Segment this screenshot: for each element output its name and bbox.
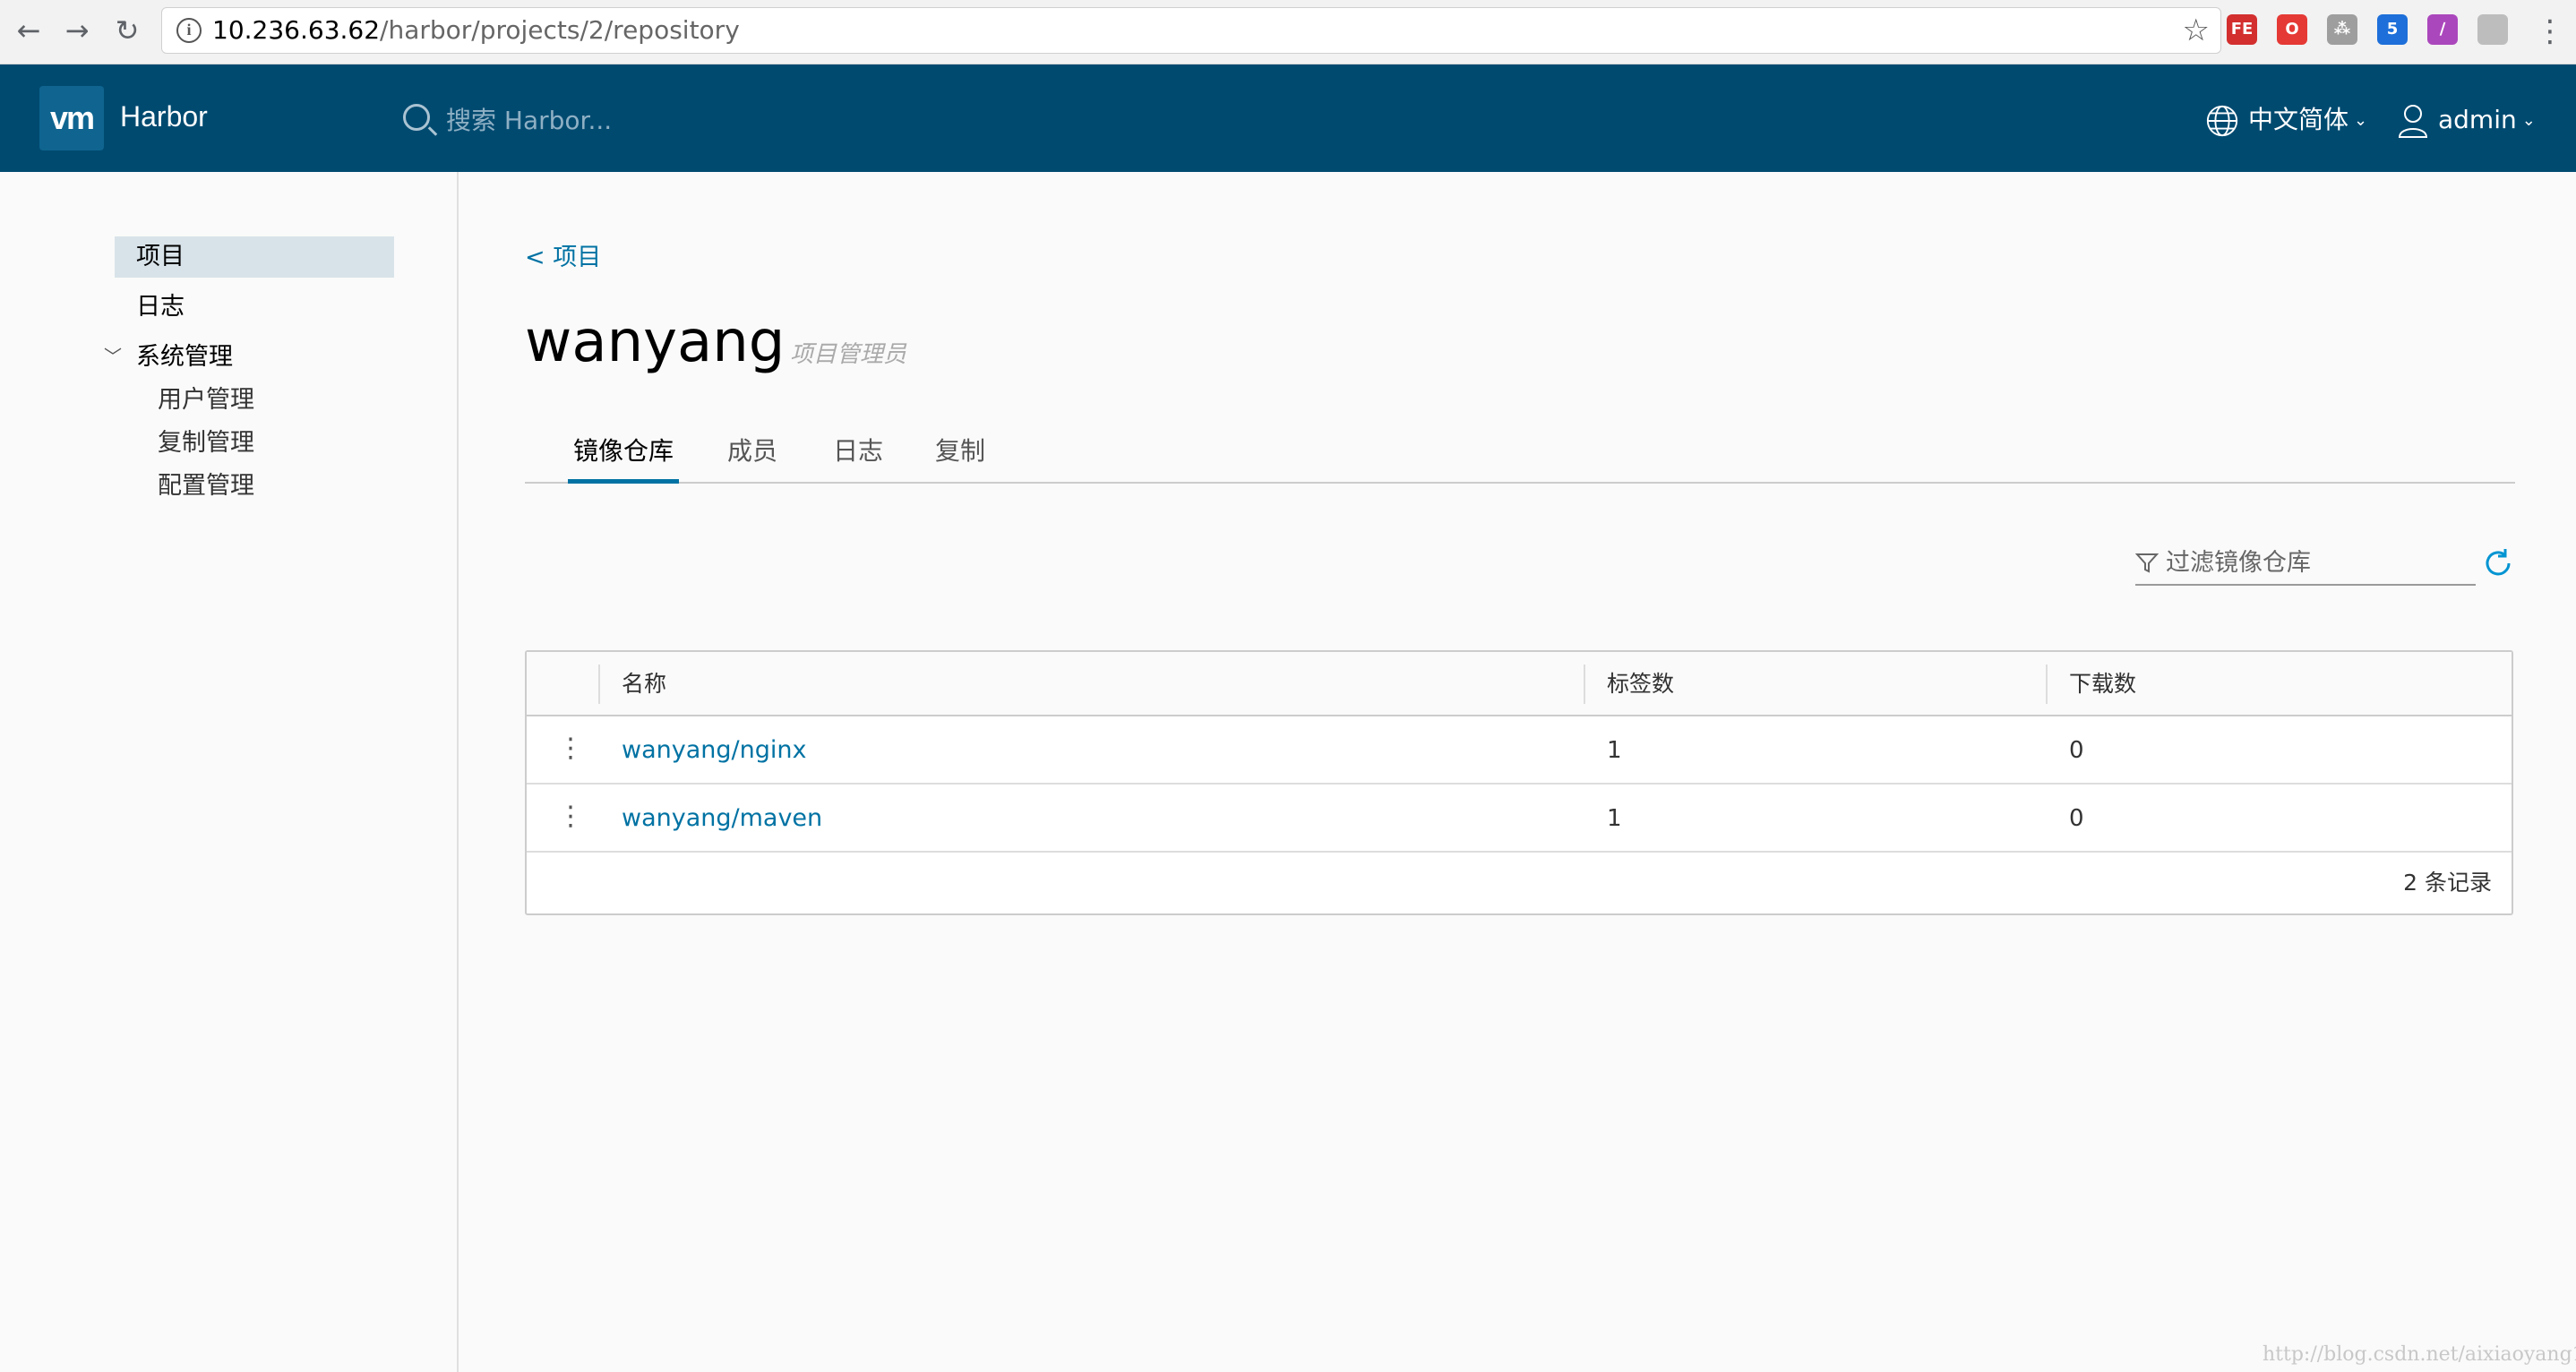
address-bar[interactable]: i 10.236.63.62/harbor/projects/2/reposit…: [161, 7, 2221, 54]
sidebar-group-admin[interactable]: 系统管理: [115, 337, 394, 378]
language-selector[interactable]: 中文简体 ⌄: [2205, 99, 2367, 141]
browser-menu-icon[interactable]: ⋮: [2535, 9, 2565, 54]
panel-extension-icon[interactable]: [2477, 14, 2508, 45]
datagrid-footer: 2 条记录: [527, 853, 2512, 913]
user-menu[interactable]: admin ⌄: [2397, 99, 2536, 141]
column-divider[interactable]: [1584, 665, 1585, 704]
column-header-name[interactable]: 名称: [622, 652, 666, 716]
back-to-projects-link[interactable]: < 项目: [525, 240, 601, 276]
chevron-down-icon: ⌄: [2521, 111, 2536, 130]
pen-extension-icon[interactable]: ∕: [2427, 14, 2458, 45]
sidebar-nav: 项目 日志 ﹀ 系统管理 用户管理 复制管理 配置管理: [0, 172, 459, 1372]
tab-repositories[interactable]: 镜像仓库: [568, 430, 680, 484]
sidebar-item-logs[interactable]: 日志: [115, 287, 394, 328]
browser-toolbar: ← → ↻ i 10.236.63.62/harbor/projects/2/r…: [0, 0, 2576, 64]
repository-name-link[interactable]: wanyang/maven: [622, 785, 822, 853]
site-info-icon[interactable]: i: [176, 18, 202, 43]
row-actions-icon[interactable]: ⋮: [557, 731, 584, 770]
tag-count: 1: [1607, 737, 1622, 764]
column-divider[interactable]: [2046, 665, 2048, 704]
project-tabs: 镜像仓库 成员 日志 复制: [525, 430, 2515, 484]
sidebar-item-replication[interactable]: 复制管理: [158, 423, 254, 464]
globe-icon: [2206, 105, 2238, 137]
column-divider: [598, 665, 600, 704]
project-title: wanyang: [525, 309, 786, 375]
column-header-pulls[interactable]: 下载数: [2069, 652, 2136, 716]
url-text[interactable]: 10.236.63.62/harbor/projects/2/repositor…: [212, 15, 740, 46]
tab-logs[interactable]: 日志: [833, 430, 883, 484]
filter-icon: [2135, 553, 2159, 573]
tree-extension-icon[interactable]: ⁂: [2327, 14, 2357, 45]
pull-count: 0: [2069, 737, 2084, 764]
tab-members[interactable]: 成员: [727, 430, 777, 484]
global-search: [403, 97, 761, 141]
app-header: vm Harbor 中文简体⌄ admin⌄: [0, 64, 2576, 172]
reload-icon[interactable]: ↻: [109, 13, 145, 48]
column-header-tags[interactable]: 标签数: [1607, 652, 1674, 716]
forward-arrow-icon[interactable]: →: [59, 13, 95, 48]
search-icon: [403, 104, 430, 131]
table-row: ⋮ wanyang/maven 1 0: [527, 785, 2512, 853]
table-row: ⋮ wanyang/nginx 1 0: [527, 716, 2512, 785]
sidebar-item-configuration[interactable]: 配置管理: [158, 466, 254, 507]
filter-input[interactable]: [2166, 545, 2470, 580]
opera-extension-icon[interactable]: O: [2277, 14, 2307, 45]
project-role: 项目管理员: [790, 341, 907, 368]
language-label: 中文简体: [2248, 105, 2349, 134]
refresh-icon[interactable]: [2481, 546, 2515, 580]
sidebar-item-projects[interactable]: 项目: [115, 236, 394, 278]
record-count: 2 条记录: [2403, 870, 2492, 896]
repository-datagrid: 名称 标签数 下载数 ⋮ wanyang/nginx 1 0 ⋮ wanyang…: [525, 650, 2513, 915]
row-actions-icon[interactable]: ⋮: [557, 799, 584, 838]
app-title[interactable]: Harbor: [120, 97, 208, 136]
pull-count: 0: [2069, 805, 2084, 832]
username-label: admin: [2438, 105, 2517, 134]
back-arrow-icon[interactable]: ←: [11, 13, 47, 48]
user-icon: [2398, 105, 2428, 138]
settings-extension-icon[interactable]: 5: [2377, 14, 2408, 45]
datagrid-header: 名称 标签数 下载数: [527, 652, 2512, 716]
bookmark-star-icon[interactable]: ☆: [2183, 13, 2210, 47]
vmware-logo[interactable]: vm: [39, 86, 104, 150]
chevron-down-icon: ⌄: [2354, 111, 2368, 130]
watermark: http://blog.csdn.net/aixiaoyang168: [2263, 1343, 2576, 1366]
repository-name-link[interactable]: wanyang/nginx: [622, 716, 806, 785]
search-input[interactable]: [446, 100, 742, 140]
repository-filter: [2135, 541, 2476, 586]
tab-replication[interactable]: 复制: [935, 430, 985, 484]
tag-count: 1: [1607, 805, 1622, 832]
sidebar-item-users[interactable]: 用户管理: [158, 380, 254, 421]
fe-extension-icon[interactable]: FE: [2227, 14, 2257, 45]
